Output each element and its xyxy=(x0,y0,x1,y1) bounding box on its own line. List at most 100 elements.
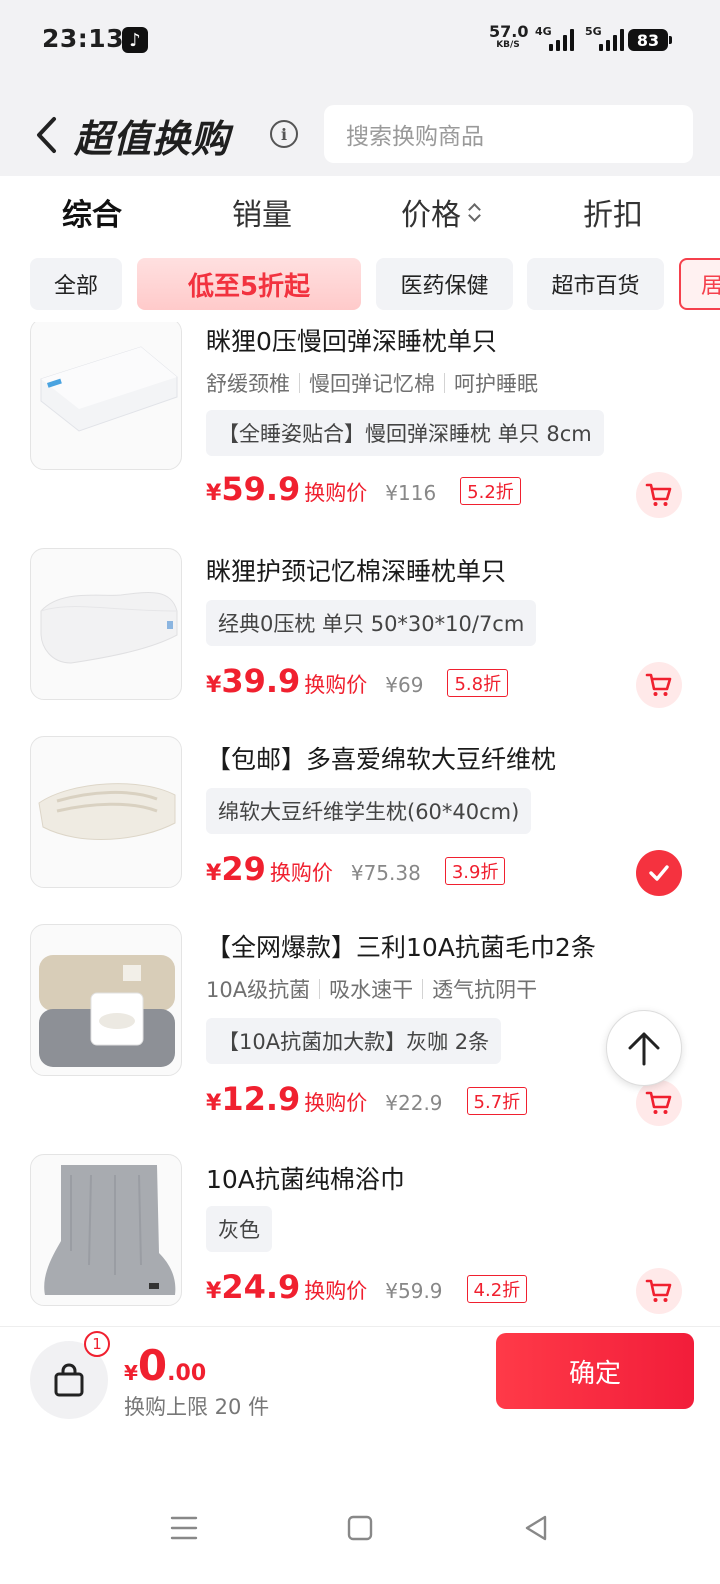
status-time: 23:13 xyxy=(42,24,125,53)
arrow-up-icon xyxy=(628,1032,660,1066)
tab-discount[interactable]: 折扣 xyxy=(583,190,643,234)
product-spec[interactable]: 【全睡姿贴合】慢回弹深睡枕 单只 8cm xyxy=(206,410,604,456)
original-price: ¥116 xyxy=(385,481,437,505)
cart-icon xyxy=(645,1279,672,1302)
product-title: 【全网爆款】三利10A抗菌毛巾2条 xyxy=(206,933,596,962)
product-spec[interactable]: 灰色 xyxy=(206,1206,272,1252)
info-icon[interactable]: i xyxy=(270,120,298,148)
tab-label: 销量 xyxy=(232,198,292,233)
product-tag: 慢回弹记忆棉 xyxy=(309,372,435,396)
price-label: 换购价 xyxy=(304,1091,368,1115)
exchange-price: 59.9 xyxy=(221,470,301,508)
product-item[interactable]: 10A抗菌纯棉浴巾 灰色 ¥ 24.9 换购价 ¥59.9 4.2折 xyxy=(0,1154,720,1326)
selected-check-button[interactable] xyxy=(636,850,682,896)
system-nav-bar xyxy=(0,1436,720,1584)
shopping-bag-icon xyxy=(54,1363,84,1397)
product-spec[interactable]: 绵软大豆纤维学生枕(60*40cm) xyxy=(206,788,532,834)
home-square-icon[interactable] xyxy=(340,1508,380,1548)
back-arrow-icon[interactable] xyxy=(32,114,60,156)
product-title: 眯狸护颈记忆棉深睡枕单只 xyxy=(206,557,507,586)
battery-level: 83 xyxy=(636,30,660,50)
price-row: ¥ 29 换购价 ¥75.38 3.9折 xyxy=(206,850,506,888)
price-label: 换购价 xyxy=(304,1279,368,1303)
category-chips: 全部 低至5折起 医药保健 超市百货 居 xyxy=(0,246,720,322)
currency-symbol: ¥ xyxy=(206,1091,222,1116)
confirm-button[interactable]: 确定 xyxy=(496,1333,694,1409)
product-tag: 吸水速干 xyxy=(329,978,414,1002)
product-tag: 舒缓颈椎 xyxy=(206,372,290,396)
product-item[interactable]: 眯狸护颈记忆棉深睡枕单只 经典0压枕 单只 50*30*10/7cm ¥ 39.… xyxy=(0,548,720,708)
product-tag: 10A级抗菌 xyxy=(206,978,311,1002)
bottom-checkout-bar: 1 ¥ 0 .00 换购上限 20 件 确定 xyxy=(0,1326,720,1436)
chip-health[interactable]: 医药保健 xyxy=(376,258,513,310)
price-row: ¥ 39.9 换购价 ¥69 5.8折 xyxy=(206,662,509,700)
sort-tabs: 综合 销量 价格 折扣 xyxy=(0,176,720,246)
discount-badge: 5.8折 xyxy=(447,669,509,697)
sort-arrows-icon xyxy=(467,201,481,223)
product-list: 眯狸0压慢回弹深睡枕单只 舒缓颈椎 慢回弹记忆棉 呵护睡眠 【全睡姿贴合】慢回弹… xyxy=(0,322,720,1326)
exchange-price: 12.9 xyxy=(221,1080,301,1118)
product-image-bath-towel xyxy=(30,1154,182,1306)
product-tag: 透气抗阴干 xyxy=(432,978,538,1002)
currency-symbol: ¥ xyxy=(206,673,222,698)
product-image-towel xyxy=(30,924,182,1076)
price-label: 换购价 xyxy=(304,481,368,505)
exchange-price: 29 xyxy=(221,850,266,888)
price-label: 换购价 xyxy=(269,861,333,885)
add-to-cart-button[interactable] xyxy=(636,1080,682,1126)
cart-icon xyxy=(645,673,672,696)
chip-home[interactable]: 居 xyxy=(679,258,720,310)
add-to-cart-button[interactable] xyxy=(636,472,682,518)
status-bar: 23:13 ♪ 57.0 KB/S 4G 5G 83 xyxy=(0,0,720,80)
tab-price[interactable]: 价格 xyxy=(401,190,481,234)
product-image-pillow xyxy=(30,548,182,700)
total-price: ¥ 0 .00 xyxy=(124,1341,206,1390)
product-item[interactable]: 【包邮】多喜爱绵软大豆纤维枕 绵软大豆纤维学生枕(60*40cm) ¥ 29 换… xyxy=(0,736,720,896)
original-price: ¥22.9 xyxy=(385,1091,443,1115)
back-to-top-button[interactable] xyxy=(606,1010,682,1086)
signal-4g-icon: 4G xyxy=(535,25,577,51)
network-speed-value: 57.0 xyxy=(489,22,529,41)
add-to-cart-button[interactable] xyxy=(636,662,682,708)
total-integer: 0 xyxy=(137,1341,168,1390)
chip-promo[interactable]: 低至5折起 xyxy=(137,258,361,310)
search-placeholder: 搜索换购商品 xyxy=(346,124,484,150)
product-title: 眯狸0压慢回弹深睡枕单只 xyxy=(206,327,497,356)
price-row: ¥ 12.9 换购价 ¥22.9 5.7折 xyxy=(206,1080,528,1118)
product-image-pillow xyxy=(30,736,182,888)
product-image-pillow xyxy=(30,322,182,470)
exchange-price: 24.9 xyxy=(221,1268,301,1306)
original-price: ¥75.38 xyxy=(350,861,421,885)
product-spec[interactable]: 【10A抗菌加大款】灰咖 2条 xyxy=(206,1018,502,1064)
product-item[interactable]: 眯狸0压慢回弹深睡枕单只 舒缓颈椎 慢回弹记忆棉 呵护睡眠 【全睡姿贴合】慢回弹… xyxy=(0,322,720,528)
tab-label: 价格 xyxy=(401,198,461,233)
discount-badge: 4.2折 xyxy=(466,1275,528,1303)
menu-icon[interactable] xyxy=(164,1508,204,1548)
original-price: ¥69 xyxy=(385,673,424,697)
battery-icon: 83 xyxy=(628,29,672,51)
network-speed-unit: KB/S xyxy=(496,40,520,50)
back-triangle-icon[interactable] xyxy=(516,1508,556,1548)
product-title: 10A抗菌纯棉浴巾 xyxy=(206,1165,405,1194)
network-speed: 57.0 KB/S xyxy=(489,22,529,50)
price-row: ¥ 24.9 换购价 ¥59.9 4.2折 xyxy=(206,1268,528,1306)
product-tag: 呵护睡眠 xyxy=(454,372,538,396)
product-spec[interactable]: 经典0压枕 单只 50*30*10/7cm xyxy=(206,600,537,646)
price-label: 换购价 xyxy=(304,673,368,697)
discount-badge: 5.7折 xyxy=(466,1087,528,1115)
chip-supermarket[interactable]: 超市百货 xyxy=(527,258,664,310)
page-title: 超值换购 xyxy=(74,117,231,161)
currency-symbol: ¥ xyxy=(206,861,222,886)
product-title: 【包邮】多喜爱绵软大豆纤维枕 xyxy=(206,745,557,774)
price-row: ¥ 59.9 换购价 ¥116 5.2折 xyxy=(206,470,521,508)
tab-comprehensive[interactable]: 综合 xyxy=(62,190,122,234)
search-input[interactable]: 搜索换购商品 xyxy=(324,105,693,163)
chip-all[interactable]: 全部 xyxy=(30,258,122,310)
add-to-cart-button[interactable] xyxy=(636,1268,682,1314)
tab-label: 综合 xyxy=(62,198,122,233)
discount-badge: 5.2折 xyxy=(460,477,521,505)
tab-sales[interactable]: 销量 xyxy=(232,190,292,234)
exchange-price: 39.9 xyxy=(221,662,301,700)
discount-badge: 3.9折 xyxy=(444,857,506,885)
product-tags: 舒缓颈椎 慢回弹记忆棉 呵护睡眠 xyxy=(206,368,538,398)
